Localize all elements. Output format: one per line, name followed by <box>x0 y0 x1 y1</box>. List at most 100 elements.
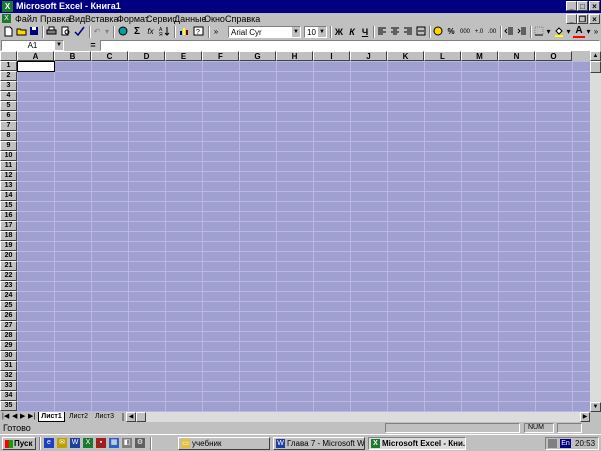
row-header[interactable]: 12 <box>0 171 17 181</box>
column-header[interactable]: G <box>239 51 276 61</box>
column-header[interactable]: M <box>461 51 498 61</box>
menu-tools[interactable]: Сервис <box>146 14 177 24</box>
percent-button[interactable]: % <box>445 26 457 38</box>
prev-sheet-icon[interactable]: ◀ <box>12 412 17 422</box>
start-button[interactable]: Пуск <box>2 437 36 450</box>
row-header[interactable]: 8 <box>0 131 17 141</box>
row-header[interactable]: 21 <box>0 261 17 271</box>
access-icon[interactable]: ▪ <box>96 438 106 448</box>
row-header[interactable]: 9 <box>0 141 17 151</box>
last-sheet-icon[interactable]: ▶| <box>28 412 35 422</box>
row-header[interactable]: 3 <box>0 81 17 91</box>
row-header[interactable]: 11 <box>0 161 17 171</box>
horizontal-scrollbar[interactable]: ◀ ▶ <box>126 412 590 422</box>
doc-restore-button[interactable]: ❐ <box>577 14 588 24</box>
task-textbook[interactable]: ▭ учебник <box>178 437 270 450</box>
print-preview-icon[interactable] <box>59 26 72 38</box>
row-header[interactable]: 31 <box>0 361 17 371</box>
row-header[interactable]: 27 <box>0 321 17 331</box>
outlook-icon[interactable]: ✉ <box>57 438 67 448</box>
toolbar-more-icon[interactable]: » <box>592 26 600 38</box>
sheet-tab-3[interactable]: Лист3 <box>92 412 117 422</box>
align-right-icon[interactable] <box>402 26 414 38</box>
borders-icon[interactable] <box>533 26 545 38</box>
next-sheet-icon[interactable]: ▶ <box>20 412 25 422</box>
font-color-dropdown-icon[interactable]: ▾ <box>585 26 592 38</box>
menu-file[interactable]: Файл <box>15 14 37 24</box>
speaker-icon[interactable] <box>548 439 557 448</box>
thousands-separator-button[interactable]: 000 <box>458 26 472 38</box>
scroll-down-icon[interactable]: ▼ <box>590 402 601 412</box>
row-header[interactable]: 20 <box>0 251 17 261</box>
sheet-tab-1[interactable]: Лист1 <box>38 412 65 422</box>
row-header[interactable]: 35 <box>0 401 17 411</box>
row-header[interactable]: 32 <box>0 371 17 381</box>
chevron-down-icon[interactable]: ▼ <box>318 27 326 37</box>
desktop-icon[interactable]: ▦ <box>109 438 119 448</box>
vertical-scrollbar[interactable]: ▲ ▼ <box>590 51 601 412</box>
row-header[interactable]: 33 <box>0 381 17 391</box>
formula-input[interactable] <box>100 40 600 51</box>
italic-button[interactable]: К <box>346 26 358 38</box>
word-icon[interactable]: W <box>70 438 80 448</box>
currency-icon[interactable] <box>432 26 444 38</box>
row-header[interactable]: 7 <box>0 121 17 131</box>
more-buttons-icon[interactable]: » <box>212 26 220 38</box>
tab-split-handle[interactable] <box>122 413 124 421</box>
menu-view[interactable]: Вид <box>69 14 85 24</box>
decrease-decimal-icon[interactable]: .00 <box>486 26 498 38</box>
decrease-indent-icon[interactable] <box>503 26 515 38</box>
borders-dropdown-icon[interactable]: ▾ <box>545 26 552 38</box>
scroll-up-icon[interactable]: ▲ <box>590 51 601 61</box>
column-header[interactable]: O <box>535 51 572 61</box>
undo-dropdown-icon[interactable]: ▾ <box>103 26 111 38</box>
column-header[interactable]: N <box>498 51 535 61</box>
edit-formula-button[interactable]: = <box>88 39 98 51</box>
excel-icon[interactable]: X <box>83 438 93 448</box>
spelling-icon[interactable] <box>73 26 86 38</box>
active-cell[interactable] <box>17 61 55 72</box>
task-word-document[interactable]: W Глава 7 - Microsoft Word <box>273 437 365 450</box>
help-icon[interactable]: ? <box>192 26 205 38</box>
column-header[interactable]: C <box>91 51 128 61</box>
increase-decimal-icon[interactable]: +.0 <box>473 26 485 38</box>
row-header[interactable]: 16 <box>0 211 17 221</box>
row-header[interactable]: 14 <box>0 191 17 201</box>
row-header[interactable]: 34 <box>0 391 17 401</box>
menu-window[interactable]: Окно <box>204 14 225 24</box>
row-header[interactable]: 5 <box>0 101 17 111</box>
open-folder-icon[interactable] <box>15 26 27 38</box>
row-header[interactable]: 23 <box>0 281 17 291</box>
row-header[interactable]: 22 <box>0 271 17 281</box>
web-toolbar-icon[interactable] <box>117 26 130 38</box>
column-header[interactable]: F <box>202 51 239 61</box>
language-indicator[interactable]: En <box>560 439 571 448</box>
menu-data[interactable]: Данные <box>174 14 207 24</box>
minimize-button[interactable]: _ <box>566 1 577 11</box>
undo-icon[interactable]: ↶ <box>92 26 102 38</box>
row-header[interactable]: 6 <box>0 111 17 121</box>
menu-format[interactable]: Формат <box>117 14 149 24</box>
font-size-select[interactable]: 10 ▼ <box>304 26 327 38</box>
chevron-down-icon[interactable]: ▼ <box>292 27 300 37</box>
sheet-tab-2[interactable]: Лист2 <box>66 412 91 422</box>
sort-ascending-icon[interactable]: AЯ <box>158 26 171 38</box>
excel-app-icon[interactable]: X <box>2 1 13 12</box>
align-center-icon[interactable] <box>389 26 401 38</box>
chevron-down-icon[interactable]: ▼ <box>55 41 63 50</box>
new-icon[interactable] <box>3 26 14 38</box>
column-header[interactable]: I <box>313 51 350 61</box>
font-color-icon[interactable]: A <box>573 26 585 38</box>
column-header[interactable]: E <box>165 51 202 61</box>
row-header[interactable]: 28 <box>0 331 17 341</box>
row-header[interactable]: 19 <box>0 241 17 251</box>
ie-icon[interactable]: e <box>44 438 54 448</box>
row-header[interactable]: 2 <box>0 71 17 81</box>
save-icon[interactable] <box>28 26 40 38</box>
scroll-left-icon[interactable]: ◀ <box>126 412 136 422</box>
row-header[interactable]: 4 <box>0 91 17 101</box>
underline-button[interactable]: Ч <box>359 26 371 38</box>
explorer-icon[interactable]: ◧ <box>122 438 132 448</box>
row-header[interactable]: 24 <box>0 291 17 301</box>
doc-close-button[interactable]: × <box>589 14 600 24</box>
